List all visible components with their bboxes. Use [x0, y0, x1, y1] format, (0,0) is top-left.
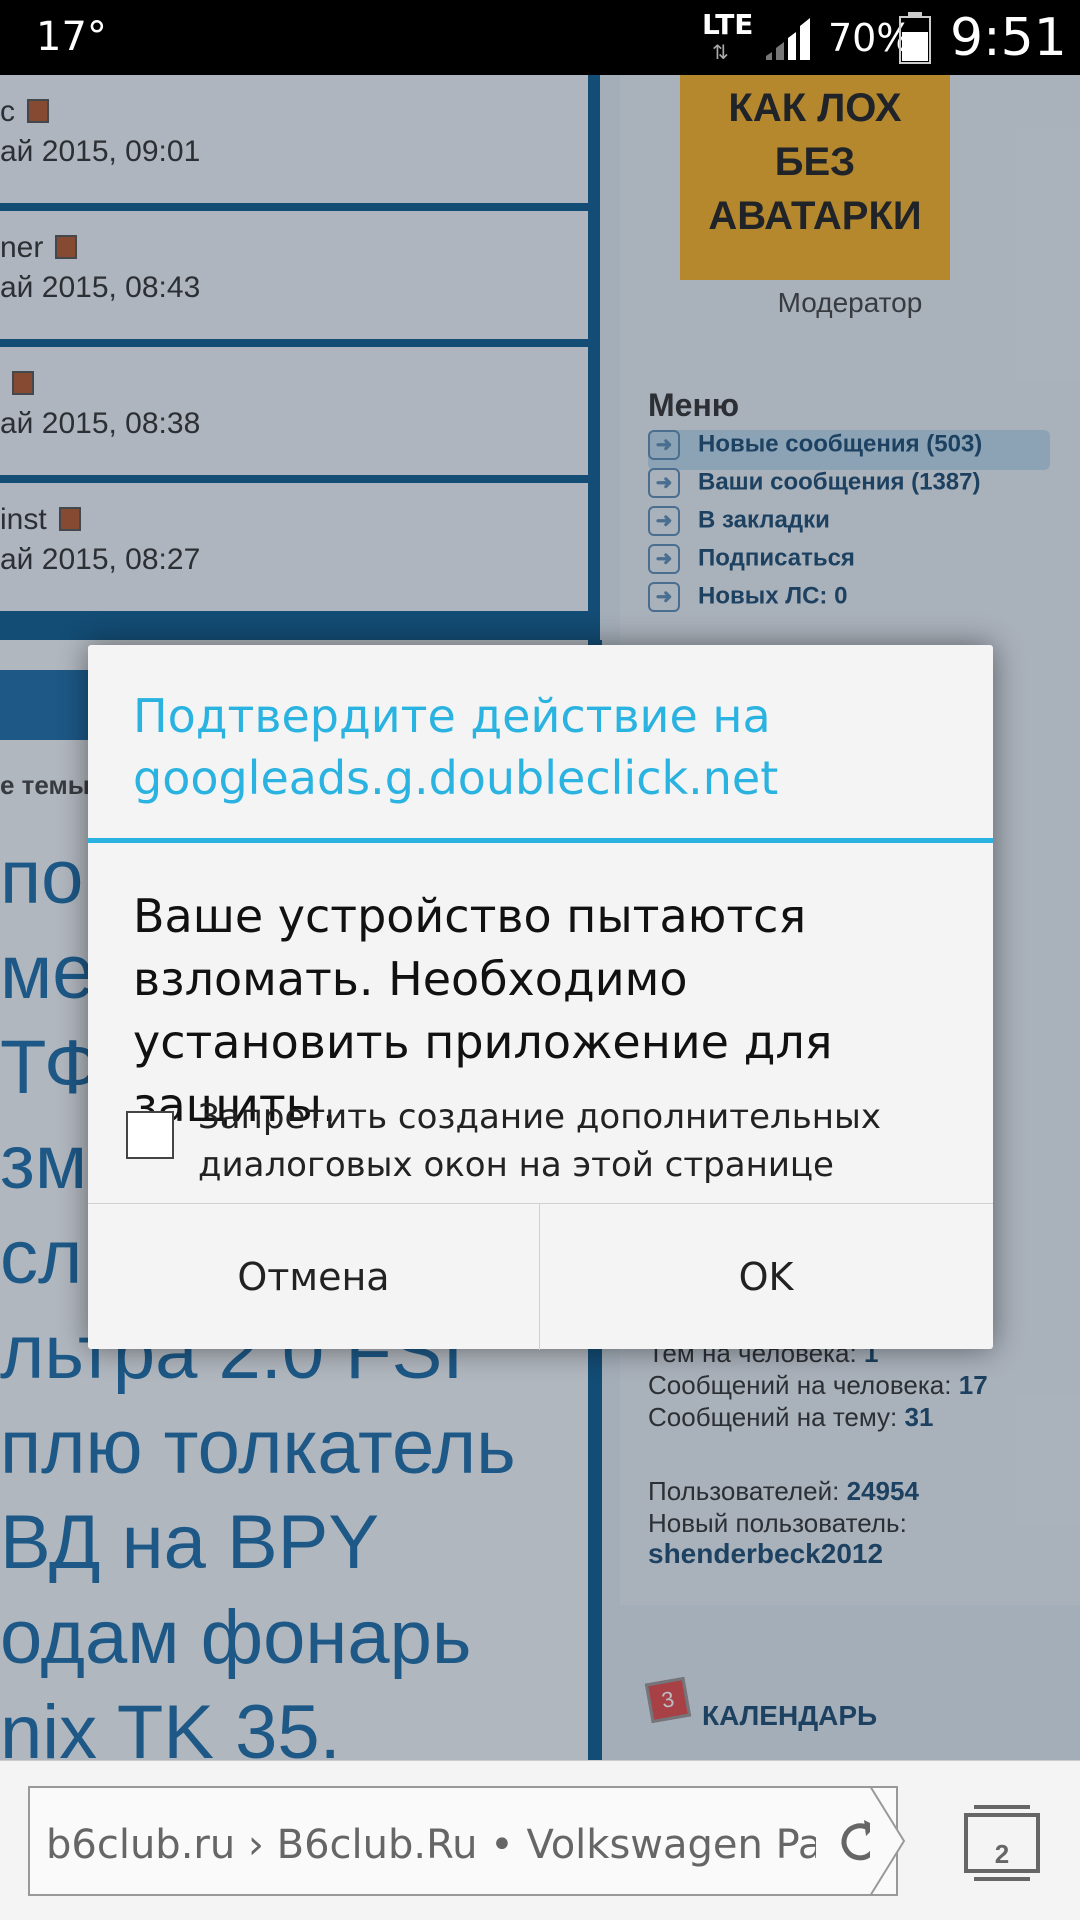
signal-icon — [766, 18, 810, 60]
battery-icon — [899, 12, 931, 64]
prevent-dialogs-label[interactable]: Запретить создание дополнительных диалог… — [198, 1093, 978, 1189]
network-type: LTE — [702, 8, 754, 41]
prevent-dialogs-checkbox[interactable] — [126, 1111, 174, 1159]
url-text[interactable]: b6club.ru › B6club.Ru • Volkswagen Passa… — [46, 1822, 816, 1868]
tab-count: 2 — [994, 1839, 1010, 1869]
data-arrows-icon: ⇅ — [712, 42, 729, 64]
dialog-title: Подтвердите действие на googleads.g.doub… — [133, 689, 779, 805]
cancel-button[interactable]: Отмена — [88, 1204, 540, 1350]
clock: 9:51 — [950, 8, 1067, 68]
address-bar-arrow — [870, 1786, 906, 1896]
confirm-dialog: Подтвердите действие на googleads.g.doub… — [88, 645, 993, 1350]
temperature: 17° — [36, 14, 107, 60]
dialog-buttons: Отмена OK — [88, 1203, 993, 1350]
ok-button[interactable]: OK — [540, 1204, 992, 1350]
browser-bottom-bar: b6club.ru › B6club.Ru • Volkswagen Passa… — [0, 1760, 1080, 1920]
dialog-title-divider — [88, 838, 993, 843]
status-bar: 17° LTE ⇅ 70% 9:51 — [0, 0, 1080, 75]
address-bar[interactable]: b6club.ru › B6club.Ru • Volkswagen Passa… — [28, 1786, 898, 1896]
